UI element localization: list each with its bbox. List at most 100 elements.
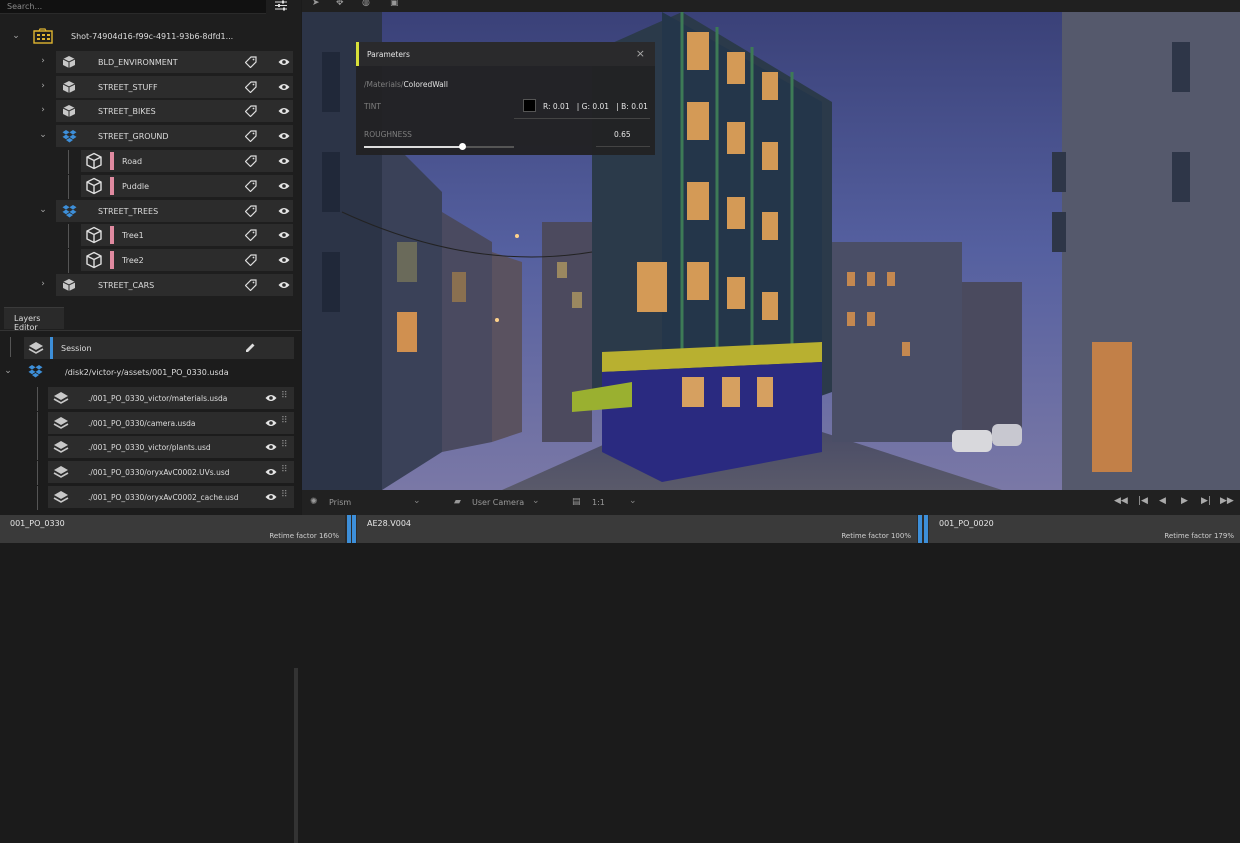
paint-tool-icon[interactable]: ◍	[362, 0, 370, 8]
drag-handle-icon[interactable]: ⠿	[281, 490, 288, 500]
tag-icon[interactable]	[244, 80, 258, 94]
close-icon[interactable]: ×	[636, 47, 645, 60]
layer-row[interactable]: ./001_PO_0330/camera.usda ⠿	[48, 412, 294, 434]
roughness-slider-track[interactable]	[364, 143, 514, 150]
layer-path: ./001_PO_0330/oryxAvC0002.UVs.usd	[88, 467, 230, 477]
eye-icon[interactable]	[277, 278, 291, 292]
drag-handle-icon[interactable]: ⠿	[281, 416, 288, 426]
eye-icon[interactable]	[277, 55, 291, 69]
clip-boundary[interactable]	[352, 515, 356, 543]
filter-icon[interactable]	[273, 0, 289, 14]
chevron-down-icon[interactable]: ⌄	[38, 205, 48, 215]
camera-select[interactable]: User Camera	[472, 498, 524, 507]
chevron-right-icon[interactable]: ›	[38, 279, 48, 289]
outliner-row[interactable]: STREET_BIKES	[56, 100, 293, 122]
outliner-row[interactable]: Road	[81, 150, 293, 172]
clip-3[interactable]: 001_PO_0020 Retime factor 179%	[929, 515, 1240, 543]
tree-line	[10, 337, 11, 357]
chevron-down-icon[interactable]: ⌄	[11, 31, 21, 41]
tag-icon[interactable]	[244, 55, 258, 69]
layer-row[interactable]: ./001_PO_0330/oryxAvC0002.UVs.usd ⠿	[48, 461, 294, 483]
outliner-row[interactable]: Puddle	[81, 175, 293, 197]
tree-line	[68, 249, 69, 273]
outliner-row[interactable]: STREET_GROUND	[56, 125, 293, 147]
eye-icon[interactable]	[277, 204, 291, 218]
cube-outline-icon	[84, 152, 104, 170]
divider	[514, 118, 650, 119]
drag-handle-icon[interactable]: ⠿	[281, 391, 288, 401]
outliner-row[interactable]: STREET_CARS	[56, 274, 293, 296]
prim-label: Tree2	[122, 255, 144, 265]
eye-icon[interactable]	[277, 104, 291, 118]
chevron-down-icon[interactable]: ⌄	[532, 496, 540, 506]
tag-icon[interactable]	[244, 278, 258, 292]
pencil-icon[interactable]	[245, 342, 256, 355]
tag-icon[interactable]	[244, 253, 258, 267]
chevron-down-icon[interactable]: ⌄	[629, 496, 637, 506]
chevron-right-icon[interactable]: ›	[38, 81, 48, 91]
ratio-select[interactable]: 1:1	[592, 498, 605, 507]
prim-label: Tree1	[122, 230, 144, 240]
eye-icon[interactable]	[277, 253, 291, 267]
roughness-value[interactable]: 0.65	[614, 130, 631, 139]
tag-icon[interactable]	[244, 228, 258, 242]
fast-forward-icon[interactable]: ▶▶	[1220, 496, 1234, 506]
frame-tool-icon[interactable]: ▣	[390, 0, 399, 8]
layer-row[interactable]: ./001_PO_0330/oryxAvC0002_cache.usd ⠿	[48, 486, 294, 508]
eye-icon[interactable]	[277, 179, 291, 193]
eye-icon[interactable]	[264, 490, 278, 504]
move-tool-icon[interactable]: ✥	[336, 0, 344, 8]
layers-scrollbar[interactable]	[294, 668, 298, 843]
outliner-row[interactable]: STREET_TREES	[56, 200, 293, 222]
eye-icon[interactable]	[277, 228, 291, 242]
clip-boundary[interactable]	[347, 515, 351, 543]
eye-icon[interactable]	[264, 440, 278, 454]
eye-icon[interactable]	[264, 465, 278, 479]
chevron-down-icon[interactable]: ⌄	[38, 130, 48, 140]
tag-icon[interactable]	[244, 154, 258, 168]
clip-2[interactable]: AE28.V004 Retime factor 100%	[357, 515, 917, 543]
tab-layers-editor[interactable]: Layers Editor	[4, 307, 64, 332]
chevron-down-icon[interactable]: ⌄	[413, 496, 421, 506]
outliner-row[interactable]: Tree1	[81, 224, 293, 246]
drag-handle-icon[interactable]: ⠿	[281, 465, 288, 475]
skip-start-icon[interactable]: |◀	[1138, 496, 1148, 506]
eye-icon[interactable]	[264, 391, 278, 405]
outliner-row[interactable]: BLD_ENVIRONMENT	[56, 51, 293, 73]
clip-boundary[interactable]	[918, 515, 922, 543]
outliner-row[interactable]: Tree2	[81, 249, 293, 271]
roughness-slider-handle[interactable]	[458, 143, 466, 150]
skip-end-icon[interactable]: ▶|	[1201, 496, 1211, 506]
layers-icon	[27, 341, 45, 355]
session-layer-row[interactable]: Session	[24, 337, 294, 359]
chevron-right-icon[interactable]: ›	[38, 56, 48, 66]
root-prim-label: Shot-74904d16-f99c-4911-93b6-8dfd1...	[71, 32, 234, 41]
chevron-down-icon[interactable]: ⌄	[3, 366, 13, 376]
tint-swatch[interactable]	[523, 99, 536, 112]
tag-icon[interactable]	[244, 204, 258, 218]
tag-icon[interactable]	[244, 104, 258, 118]
outliner-row[interactable]: STREET_STUFF	[56, 76, 293, 98]
rewind-icon[interactable]: ◀◀	[1114, 496, 1128, 506]
parameters-header[interactable]: Parameters ×	[356, 42, 655, 66]
select-tool-icon[interactable]: ➤	[312, 0, 320, 8]
tint-value[interactable]: R: 0.01 | G: 0.01 | B: 0.01	[543, 102, 648, 111]
layer-row[interactable]: ./001_PO_0330_victor/plants.usd ⠿	[48, 436, 294, 458]
play-icon[interactable]: ▶	[1181, 496, 1188, 506]
clip-1[interactable]: 001_PO_0330 Retime factor 160%	[0, 515, 345, 543]
eye-icon[interactable]	[264, 416, 278, 430]
layer-row[interactable]: ./001_PO_0330_victor/materials.usda ⠿	[48, 387, 294, 409]
step-back-icon[interactable]: ◀	[1159, 496, 1166, 506]
renderer-select[interactable]: Prism	[329, 498, 351, 507]
search-input[interactable]: Search...	[0, 0, 266, 14]
eye-icon[interactable]	[277, 154, 291, 168]
tag-icon[interactable]	[244, 179, 258, 193]
eye-icon[interactable]	[277, 129, 291, 143]
tag-icon[interactable]	[244, 129, 258, 143]
drag-handle-icon[interactable]: ⠿	[281, 440, 288, 450]
layers-icon	[52, 416, 70, 430]
roughness-label: ROUGHNESS	[364, 130, 412, 139]
clip-boundary[interactable]	[924, 515, 928, 543]
eye-icon[interactable]	[277, 80, 291, 94]
chevron-right-icon[interactable]: ›	[38, 105, 48, 115]
